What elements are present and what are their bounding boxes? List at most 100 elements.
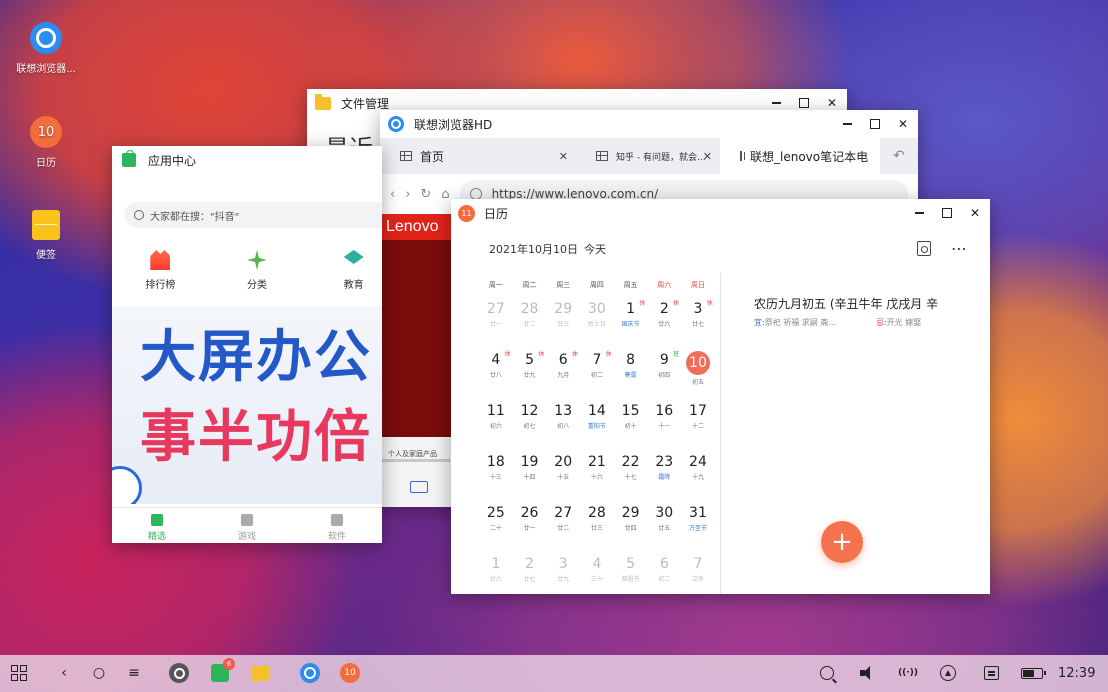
- add-event-button[interactable]: +: [821, 521, 863, 563]
- product-text[interactable]: 个人及家庭产品: [388, 449, 437, 459]
- day-cell[interactable]: 1 廿六: [479, 550, 513, 594]
- close-button[interactable]: [968, 206, 982, 220]
- home-button[interactable]: ○: [91, 663, 107, 683]
- minimize-button[interactable]: [769, 96, 783, 110]
- minimize-button[interactable]: [912, 206, 926, 220]
- day-cell[interactable]: 27 廿一: [479, 295, 513, 346]
- day-cell[interactable]: 16 十一: [647, 397, 681, 448]
- more-options-icon[interactable]: ⋯: [951, 239, 968, 258]
- browser-icon: [388, 116, 404, 132]
- app-center-titlebar[interactable]: 应用中心: [112, 146, 382, 174]
- category-education[interactable]: 教育: [305, 250, 382, 291]
- day-cell[interactable]: 30 烈士日: [580, 295, 614, 346]
- nav-software[interactable]: 软件: [292, 508, 382, 543]
- day-cell[interactable]: 8 寒露: [614, 346, 648, 397]
- volume-button[interactable]: [860, 663, 878, 683]
- day-cell[interactable]: 11 初六: [479, 397, 513, 448]
- forward-icon[interactable]: ›: [405, 187, 410, 202]
- day-cell[interactable]: 20 十五: [546, 448, 580, 499]
- day-cell[interactable]: 23 霜降: [647, 448, 681, 499]
- day-cell[interactable]: 5 祭祖节: [614, 550, 648, 594]
- day-cell[interactable]: 13 初八: [546, 397, 580, 448]
- day-cell[interactable]: 26 廿一: [513, 499, 547, 550]
- tab-home[interactable]: 首页 ✕: [380, 138, 576, 174]
- day-cell[interactable]: 27 廿二: [546, 499, 580, 550]
- day-cell[interactable]: 12 初七: [513, 397, 547, 448]
- promo-banner[interactable]: 大屏办公 事半功倍: [112, 306, 382, 504]
- navigation-button[interactable]: [940, 663, 956, 683]
- day-cell[interactable]: 31 万圣节: [681, 499, 715, 550]
- home-icon[interactable]: ⌂: [441, 187, 449, 202]
- day-cell[interactable]: 15 初十: [614, 397, 648, 448]
- day-cell[interactable]: 28 廿三: [580, 499, 614, 550]
- today-label[interactable]: 今天: [584, 243, 606, 256]
- close-button[interactable]: [825, 96, 839, 110]
- day-cell[interactable]: 25 二十: [479, 499, 513, 550]
- go-today-icon[interactable]: [917, 241, 931, 256]
- calendar-titlebar[interactable]: 11 日历: [451, 199, 990, 227]
- day-cell[interactable]: 6 九月休: [546, 346, 580, 397]
- browser-titlebar[interactable]: 联想浏览器HD: [380, 110, 918, 138]
- tab-zhihu[interactable]: 知乎 - 有问题，就会... ✕: [576, 138, 720, 174]
- day-cell[interactable]: 2 廿七: [513, 550, 547, 594]
- day-cell[interactable]: 18 十三: [479, 448, 513, 499]
- minimize-button[interactable]: [840, 117, 854, 131]
- day-cell[interactable]: 19 十四: [513, 448, 547, 499]
- close-button[interactable]: [896, 117, 910, 131]
- taskbar-search[interactable]: [820, 663, 834, 683]
- day-cell[interactable]: 29 廿三: [546, 295, 580, 346]
- tab-close-icon[interactable]: ✕: [559, 150, 568, 163]
- day-cell[interactable]: 2 廿六休: [647, 295, 681, 346]
- laptop-icon[interactable]: [410, 481, 428, 493]
- wifi-icon[interactable]: ((·)): [896, 663, 920, 683]
- taskbar-app-center[interactable]: 6: [211, 658, 235, 683]
- category-ranking[interactable]: 排行榜: [112, 250, 209, 291]
- day-cell[interactable]: 6 初二: [647, 550, 681, 594]
- battery-indicator[interactable]: [1021, 663, 1046, 683]
- day-cell[interactable]: 7 初二休: [580, 346, 614, 397]
- nav-featured[interactable]: 精选: [112, 508, 202, 543]
- desktop-icon-browser[interactable]: 联想浏览器...: [4, 22, 88, 75]
- taskbar-calendar[interactable]: 10: [340, 663, 360, 683]
- start-menu-button[interactable]: [11, 663, 27, 683]
- maximize-button[interactable]: [868, 117, 882, 131]
- notification-center-button[interactable]: [984, 663, 999, 683]
- day-cell[interactable]: 24 十九: [681, 448, 715, 499]
- undo-close-tab-icon[interactable]: ↶: [880, 138, 918, 174]
- day-cell[interactable]: 3 廿七休: [681, 295, 715, 346]
- tab-close-icon[interactable]: ✕: [703, 150, 712, 163]
- day-cell[interactable]: 17 十二: [681, 397, 715, 448]
- day-cell[interactable]: 3 廿九: [546, 550, 580, 594]
- desktop-icon-notes[interactable]: 便签: [4, 210, 88, 261]
- desktop-icon-calendar[interactable]: 10 日历: [4, 116, 88, 169]
- day-cell[interactable]: 28 廿二: [513, 295, 547, 346]
- back-button[interactable]: ‹: [56, 663, 72, 683]
- maximize-button[interactable]: [797, 96, 811, 110]
- day-cell[interactable]: 7 立冬: [681, 550, 715, 594]
- taskbar-browser[interactable]: [300, 663, 320, 683]
- taskbar-settings[interactable]: [169, 663, 189, 683]
- day-cell[interactable]: 4 三十: [580, 550, 614, 594]
- day-cell[interactable]: 30 廿五: [647, 499, 681, 550]
- back-icon[interactable]: ‹: [390, 187, 395, 202]
- day-cell[interactable]: 14 重阳节: [580, 397, 614, 448]
- day-cell[interactable]: 29 廿四: [614, 499, 648, 550]
- day-number: 29: [554, 301, 573, 317]
- day-cell[interactable]: 4 廿八休: [479, 346, 513, 397]
- day-cell[interactable]: 21 十六: [580, 448, 614, 499]
- tab-lenovo[interactable]: 联想_lenovo笔记本电: [720, 138, 880, 174]
- day-cell[interactable]: 22 十七: [614, 448, 648, 499]
- nav-games[interactable]: 游戏: [202, 508, 292, 543]
- day-cell[interactable]: 9 初四班: [647, 346, 681, 397]
- recents-button[interactable]: ≡: [126, 663, 142, 683]
- day-cell[interactable]: 5 廿九休: [513, 346, 547, 397]
- day-cell[interactable]: 1 国庆节休: [614, 295, 648, 346]
- clock[interactable]: 12:39: [1058, 663, 1095, 683]
- category-classify[interactable]: 分类: [209, 250, 306, 291]
- search-input[interactable]: 大家都在搜："抖音": [124, 202, 382, 228]
- lenovo-logo[interactable]: Lenovo: [380, 214, 460, 240]
- maximize-button[interactable]: [940, 206, 954, 220]
- taskbar-file-manager[interactable]: [251, 663, 269, 683]
- reload-icon[interactable]: ↻: [420, 187, 431, 202]
- day-cell-today[interactable]: 10 初五: [681, 346, 715, 397]
